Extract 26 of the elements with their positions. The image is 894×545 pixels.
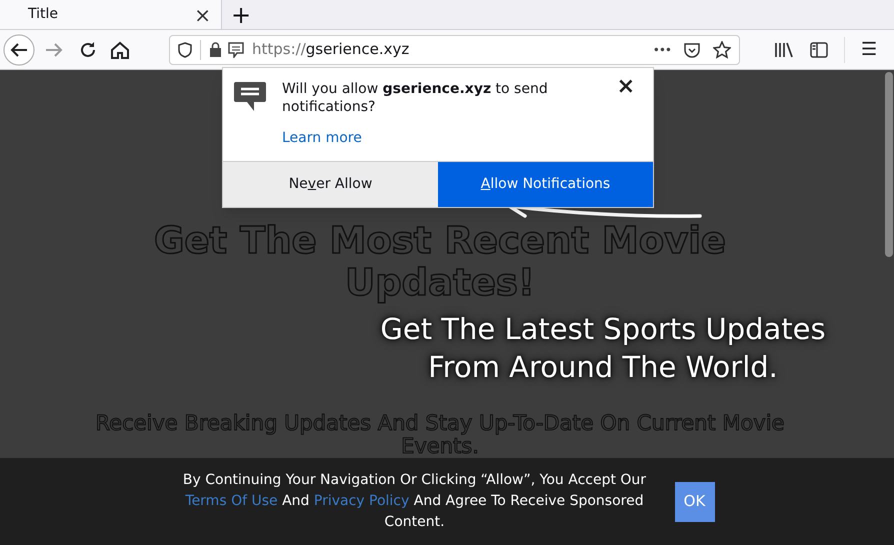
library-icon[interactable] xyxy=(774,40,794,58)
speech-bubble-icon[interactable] xyxy=(228,42,244,58)
pocket-icon[interactable] xyxy=(683,40,701,58)
lock-icon[interactable] xyxy=(209,42,222,57)
shield-icon[interactable] xyxy=(178,42,192,58)
more-actions-button[interactable]: ••• xyxy=(652,40,671,58)
new-tab-button[interactable]: + xyxy=(222,0,260,29)
sidebar-icon[interactable] xyxy=(810,42,828,58)
browser-tab[interactable]: Title × xyxy=(0,0,222,29)
address-bar[interactable]: https://gserience.xyz ••• xyxy=(169,34,740,64)
never-allow-button[interactable]: Never Allow xyxy=(223,162,438,207)
url-text: https://gserience.xyz xyxy=(252,39,410,60)
allow-notifications-button[interactable]: Allow Notifications xyxy=(438,162,653,207)
close-button[interactable]: × xyxy=(616,70,635,103)
consent-text: By Continuing Your Navigation Or Clicking “Allow”, You Accept Our Terms Of Use And Privacy Policy And Agree To Receive Sponsored Content. xyxy=(182,471,648,532)
back-icon[interactable] xyxy=(3,34,35,66)
consent-link[interactable]: Privacy Policy xyxy=(314,493,410,509)
speech-bubble-icon[interactable] xyxy=(233,80,267,112)
callout-text: Get The Latest Sports Updates From Around The World. xyxy=(380,311,826,386)
menu-button[interactable]: ☰ xyxy=(861,36,878,63)
permission-message: Will you allow gserience.xyz to send notifications? xyxy=(282,80,549,116)
learn-more-link[interactable]: Learn more xyxy=(282,128,362,149)
tab-title: Title xyxy=(28,5,58,24)
consent-link[interactable]: Terms Of Use xyxy=(185,493,278,509)
star-icon[interactable] xyxy=(713,40,731,58)
close-tab-button[interactable]: × xyxy=(194,0,211,30)
